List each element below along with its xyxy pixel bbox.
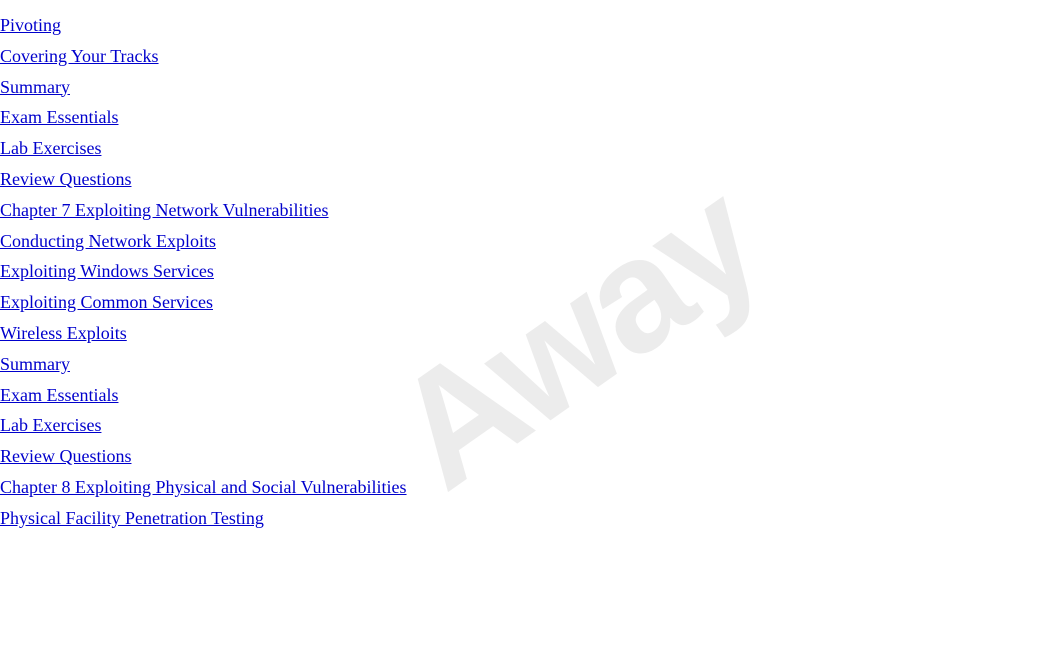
list-item: Lab Exercises — [0, 133, 1046, 164]
list-item: Summary — [0, 349, 1046, 380]
toc-link-pivoting[interactable]: Pivoting — [0, 15, 61, 35]
toc-link-exam-essentials-2[interactable]: Exam Essentials — [0, 385, 118, 405]
toc-link-review-questions-2[interactable]: Review Questions — [0, 446, 131, 466]
toc-link-exam-essentials-1[interactable]: Exam Essentials — [0, 107, 118, 127]
toc-link-covering-your-tracks[interactable]: Covering Your Tracks — [0, 46, 159, 66]
list-item: Summary — [0, 72, 1046, 103]
toc-link-chapter-8[interactable]: Chapter 8 Exploiting Physical and Social… — [0, 477, 407, 497]
toc-link-exploiting-windows-services[interactable]: Exploiting Windows Services — [0, 261, 214, 281]
list-item: Exploiting Windows Services — [0, 256, 1046, 287]
toc-list: Pivoting Covering Your Tracks Summary Exam … — [0, 10, 1046, 534]
list-item: Conducting Network Exploits — [0, 226, 1046, 257]
list-item: Covering Your Tracks — [0, 41, 1046, 72]
toc-content: Pivoting Covering Your Tracks Summary Exam … — [0, 0, 1046, 544]
toc-link-review-questions-1[interactable]: Review Questions — [0, 169, 131, 189]
list-item: Lab Exercises — [0, 410, 1046, 441]
list-item: Exam Essentials — [0, 102, 1046, 133]
toc-link-summary-1[interactable]: Summary — [0, 77, 70, 97]
list-item: Review Questions — [0, 441, 1046, 472]
toc-link-physical-facility-penetration[interactable]: Physical Facility Penetration Testing — [0, 508, 264, 528]
toc-link-lab-exercises-2[interactable]: Lab Exercises — [0, 415, 101, 435]
list-item: Exploiting Common Services — [0, 287, 1046, 318]
toc-link-summary-2[interactable]: Summary — [0, 354, 70, 374]
toc-link-lab-exercises-1[interactable]: Lab Exercises — [0, 138, 101, 158]
list-item: Review Questions — [0, 164, 1046, 195]
list-item: Physical Facility Penetration Testing — [0, 503, 1046, 534]
toc-link-conducting-network-exploits[interactable]: Conducting Network Exploits — [0, 231, 216, 251]
list-item: Chapter 8 Exploiting Physical and Social… — [0, 472, 1046, 503]
toc-link-exploiting-common-services[interactable]: Exploiting Common Services — [0, 292, 213, 312]
list-item: Wireless Exploits — [0, 318, 1046, 349]
toc-link-wireless-exploits[interactable]: Wireless Exploits — [0, 323, 127, 343]
list-item: Chapter 7 Exploiting Network Vulnerabili… — [0, 195, 1046, 226]
toc-link-chapter-7[interactable]: Chapter 7 Exploiting Network Vulnerabili… — [0, 200, 329, 220]
list-item: Pivoting — [0, 10, 1046, 41]
list-item: Exam Essentials — [0, 380, 1046, 411]
